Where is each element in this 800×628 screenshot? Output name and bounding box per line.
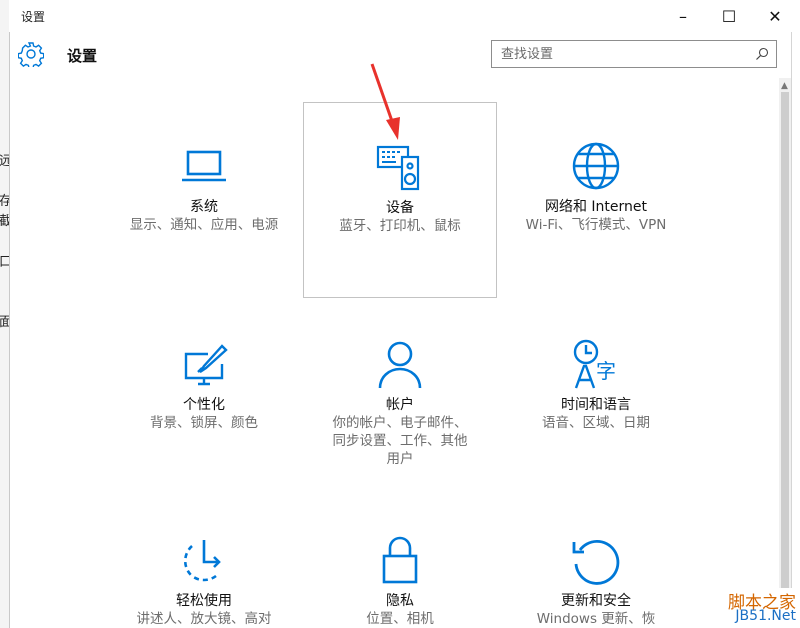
title-bar: 设置 – ☐ ✕ [9,0,800,32]
window-right-edge [791,32,800,628]
tile-ease-of-access[interactable]: 轻松使用 讲述人、放大镜、高对 [107,534,301,628]
tile-description: 你的帐户、电子邮件、同步设置、工作、其他用户 [332,415,468,467]
tile-label: 隐私 [386,593,414,609]
tile-description: 背景、锁屏、颜色 [150,415,258,431]
tile-personalization[interactable]: 个性化 背景、锁屏、颜色 [107,338,301,432]
search-input[interactable] [501,42,751,66]
minimize-button[interactable]: – [660,0,706,32]
personalization-icon [184,344,228,386]
ease-of-access-icon [183,540,221,582]
lock-icon [382,536,418,584]
tile-time-language[interactable]: 字 时间和语言 语音、区域、日期 [499,338,693,432]
tile-description: 讲述人、放大镜、高对 [136,611,272,627]
tile-label: 设备 [386,200,414,216]
search-icon[interactable] [755,47,769,61]
tile-description: Windows 更新、恢 [536,611,656,627]
watermark: 脚本之家 JB51.Net [666,588,800,628]
window-title: 设置 [21,10,46,24]
tile-description: 显示、通知、应用、电源 [129,217,279,233]
tile-system[interactable]: 系统 显示、通知、应用、电源 [107,140,301,234]
tile-label: 系统 [190,199,218,215]
tile-description: 语音、区域、日期 [542,415,650,431]
person-icon [378,341,422,389]
page-title: 设置 [67,47,98,65]
time-language-icon: 字 [573,339,616,389]
tile-label: 个性化 [183,397,225,413]
tile-label: 更新和安全 [561,593,631,609]
tile-label: 时间和语言 [561,397,631,413]
globe-icon [572,142,620,190]
vertical-scrollbar[interactable]: ▲ [779,78,791,608]
tile-description: Wi-Fi、飞行模式、VPN [525,217,667,233]
refresh-icon [572,540,620,585]
tile-accounts[interactable]: 帐户 你的帐户、电子邮件、同步设置、工作、其他用户 [303,338,497,468]
maximize-button[interactable]: ☐ [706,0,752,32]
watermark-line2: JB51.Net [735,608,796,624]
close-button[interactable]: ✕ [752,0,798,32]
tile-label: 网络和 Internet [544,199,648,215]
tile-label: 帐户 [386,397,414,413]
laptop-icon [182,150,226,182]
tile-description: 蓝牙、打印机、鼠标 [339,218,461,234]
tile-label: 轻松使用 [176,593,232,609]
background-window-edge: 远 存 截 口 面 [0,0,10,628]
annotation-arrow-icon [370,63,400,140]
scrollbar-thumb[interactable] [781,92,789,592]
tile-description: 位置、相机 [366,611,434,627]
gear-icon [18,42,44,67]
tile-network[interactable]: 网络和 Internet Wi-Fi、飞行模式、VPN [499,140,693,234]
scroll-up-arrow-icon[interactable]: ▲ [781,81,788,91]
tile-privacy[interactable]: 隐私 位置、相机 [303,534,497,628]
search-box[interactable] [491,40,777,68]
char-glyph: 字 [596,359,616,383]
tile-update-security[interactable]: 更新和安全 Windows 更新、恢 [499,534,693,628]
